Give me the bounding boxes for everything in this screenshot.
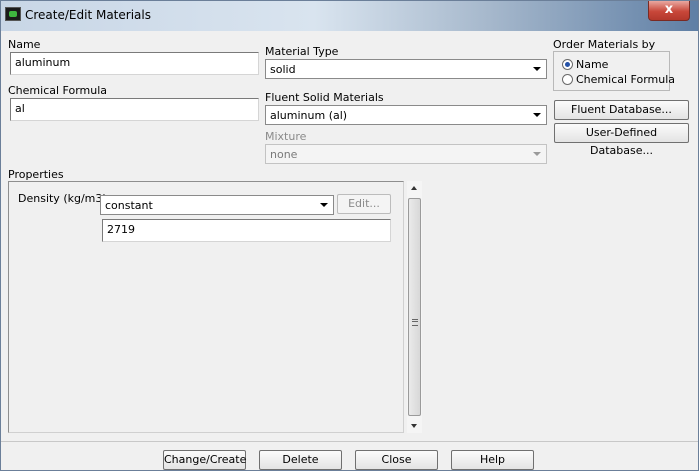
fluent-solid-materials-dropdown[interactable]: aluminum (al) <box>265 105 547 125</box>
window-title: Create/Edit Materials <box>25 8 151 22</box>
density-edit-button: Edit... <box>337 194 391 214</box>
chevron-down-icon <box>533 67 541 71</box>
density-label: Density (kg/m3) <box>18 192 107 205</box>
fluent-solid-materials-value: aluminum (al) <box>270 109 348 122</box>
user-defined-database-button[interactable]: User-Defined Database... <box>554 123 689 157</box>
order-materials-by-label: Order Materials by <box>553 38 656 51</box>
material-type-dropdown[interactable]: solid <box>265 59 547 79</box>
scroll-up-icon[interactable] <box>411 186 417 190</box>
order-by-formula-radio[interactable] <box>562 74 573 85</box>
fluent-solid-materials-label: Fluent Solid Materials <box>265 91 384 104</box>
chevron-down-icon <box>533 113 541 117</box>
chemical-formula-input[interactable]: al <box>10 98 259 121</box>
density-value-input[interactable]: 2719 <box>102 219 391 242</box>
properties-label: Properties <box>8 168 64 181</box>
mixture-label: Mixture <box>265 130 307 143</box>
mixture-dropdown: none <box>265 144 547 164</box>
order-by-name-radio[interactable] <box>562 59 573 70</box>
chemical-formula-label: Chemical Formula <box>8 84 108 97</box>
delete-button[interactable]: Delete <box>259 450 342 470</box>
material-type-value: solid <box>270 63 296 76</box>
help-button[interactable]: Help <box>451 450 534 470</box>
material-type-label: Material Type <box>265 45 339 58</box>
chevron-down-icon <box>533 152 541 156</box>
order-by-formula-label[interactable]: Chemical Formula <box>576 73 675 86</box>
scroll-down-icon[interactable] <box>411 424 417 428</box>
title-bar[interactable]: Create/Edit Materials x <box>1 1 698 31</box>
density-method-dropdown[interactable]: constant <box>100 195 334 215</box>
fluent-database-button[interactable]: Fluent Database... <box>554 100 689 120</box>
name-input[interactable]: aluminum <box>10 52 259 75</box>
order-by-name-label[interactable]: Name <box>576 58 608 71</box>
change-create-button[interactable]: Change/Create <box>163 450 246 470</box>
close-button[interactable]: Close <box>355 450 438 470</box>
properties-scrollbar[interactable] <box>407 181 422 433</box>
name-label: Name <box>8 38 41 51</box>
mixture-value: none <box>270 148 298 161</box>
scroll-thumb[interactable] <box>408 198 421 416</box>
footer-separator <box>1 441 698 442</box>
chevron-down-icon <box>320 203 328 207</box>
create-edit-materials-window: Create/Edit Materials x Name aluminum Ch… <box>0 0 699 471</box>
close-icon[interactable]: x <box>648 1 690 21</box>
grip-icon <box>412 319 418 326</box>
app-icon <box>5 7 21 21</box>
density-method-value: constant <box>105 199 153 212</box>
